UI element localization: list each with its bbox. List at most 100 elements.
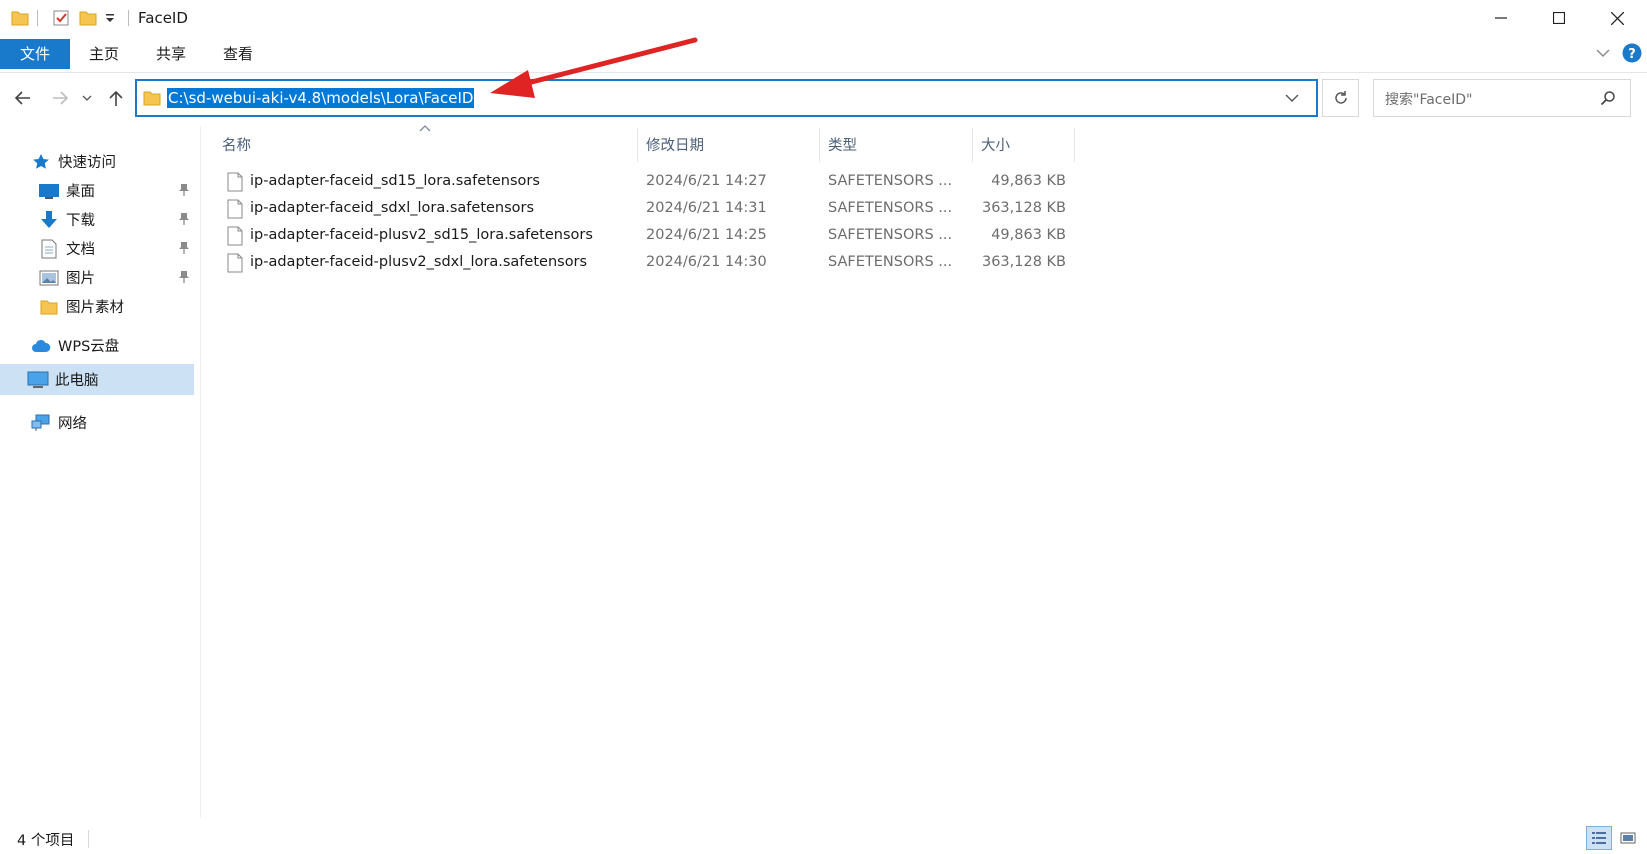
nav-this-pc[interactable]: 此电脑 <box>0 364 194 395</box>
expand-ribbon-icon[interactable] <box>1596 48 1610 58</box>
new-folder-icon[interactable] <box>79 9 97 27</box>
details-view-button[interactable] <box>1586 826 1612 850</box>
large-icons-view-button[interactable] <box>1616 826 1640 850</box>
forward-arrow-icon <box>53 91 69 105</box>
nav-network[interactable]: 网络 <box>30 408 87 437</box>
maximize-icon <box>1553 12 1565 24</box>
up-arrow-icon <box>109 90 123 106</box>
column-header-type[interactable]: 类型 <box>828 134 857 155</box>
download-arrow-icon <box>38 210 60 230</box>
file-icon <box>227 172 243 192</box>
nav-label: 图片素材 <box>66 300 124 316</box>
nav-documents[interactable]: 文档 <box>38 234 95 263</box>
file-type: SAFETENSORS ... <box>828 254 953 270</box>
chevron-down-icon <box>82 95 92 101</box>
recent-locations-button[interactable] <box>78 84 96 112</box>
tab-file[interactable]: 文件 <box>0 39 70 69</box>
column-divider[interactable] <box>1074 128 1075 162</box>
file-name: ip-adapter-faceid-plusv2_sdxl_lora.safet… <box>250 254 588 270</box>
refresh-icon <box>1334 91 1347 104</box>
back-button[interactable] <box>9 84 37 112</box>
tab-home[interactable]: 主页 <box>80 40 128 68</box>
svg-text:?: ? <box>1628 47 1636 62</box>
status-item-count: 4 个项目 <box>17 833 75 849</box>
status-separator <box>88 830 89 848</box>
customize-toolbar-icon[interactable] <box>104 12 116 24</box>
ribbon-tabs: 文件 主页 共享 查看 ? <box>0 36 1647 73</box>
tab-share[interactable]: 共享 <box>147 40 195 68</box>
nav-downloads[interactable]: 下载 <box>38 205 95 234</box>
file-icon <box>227 253 243 273</box>
file-row[interactable]: ip-adapter-faceid-plusv2_sdxl_lora.safet… <box>222 251 1072 277</box>
title-separator <box>37 10 38 26</box>
pin-icon[interactable] <box>178 241 190 255</box>
file-name: ip-adapter-faceid-plusv2_sd15_lora.safet… <box>250 227 593 243</box>
search-placeholder: 搜索"FaceID" <box>1385 92 1473 108</box>
file-size: 49,863 KB <box>991 173 1066 189</box>
tab-view[interactable]: 查看 <box>214 40 262 68</box>
desktop-icon <box>38 181 60 201</box>
search-input[interactable]: 搜索"FaceID" <box>1373 79 1631 117</box>
file-icon <box>227 226 243 246</box>
computer-icon <box>27 370 49 390</box>
annotation-arrow-icon <box>490 37 698 98</box>
chevron-down-icon <box>1285 94 1299 102</box>
forward-button[interactable] <box>46 84 74 112</box>
large-icons-view-icon <box>1620 832 1636 844</box>
file-row[interactable]: ip-adapter-faceid-plusv2_sd15_lora.safet… <box>222 224 1072 250</box>
file-date: 2024/6/21 14:31 <box>646 200 767 216</box>
file-date: 2024/6/21 14:30 <box>646 254 767 270</box>
minimize-button[interactable] <box>1472 0 1530 36</box>
file-type: SAFETENSORS ... <box>828 200 953 216</box>
nav-label: 快速访问 <box>58 155 116 171</box>
document-icon <box>38 239 60 259</box>
pin-icon[interactable] <box>178 270 190 284</box>
file-type: SAFETENSORS ... <box>828 173 953 189</box>
search-icon[interactable] <box>1600 90 1616 106</box>
column-divider[interactable] <box>819 128 820 162</box>
navigation-pane: 快速访问 桌面 下载 文档 图片 图片素材 WPS云盘 此电脑 网络 <box>0 126 201 818</box>
maximize-button[interactable] <box>1530 0 1588 36</box>
folder-icon <box>11 9 29 27</box>
properties-icon[interactable] <box>52 9 70 27</box>
close-button[interactable] <box>1588 0 1646 36</box>
up-button[interactable] <box>102 84 130 112</box>
column-header-name[interactable]: 名称 <box>222 134 251 155</box>
address-bar[interactable]: C:\sd-webui-aki-v4.8\models\Lora\FaceID <box>135 79 1318 117</box>
file-row[interactable]: ip-adapter-faceid_sdxl_lora.safetensors … <box>222 197 1072 223</box>
file-name: ip-adapter-faceid_sd15_lora.safetensors <box>250 173 540 189</box>
pin-icon[interactable] <box>178 212 190 226</box>
address-history-dropdown[interactable] <box>1285 93 1299 103</box>
file-size: 363,128 KB <box>981 200 1066 216</box>
nav-wps-cloud[interactable]: WPS云盘 <box>30 331 119 360</box>
minimize-icon <box>1495 17 1507 19</box>
refresh-button[interactable] <box>1322 79 1359 117</box>
help-icon[interactable]: ? <box>1622 43 1642 63</box>
network-icon <box>30 413 52 433</box>
title-separator <box>128 10 129 26</box>
title-bar: FaceID <box>0 0 1647 36</box>
column-divider[interactable] <box>972 128 973 162</box>
file-name: ip-adapter-faceid_sdxl_lora.safetensors <box>250 200 535 216</box>
nav-label: 图片 <box>66 271 95 287</box>
star-icon <box>30 152 52 172</box>
column-divider[interactable] <box>637 128 638 162</box>
nav-quick-access[interactable]: 快速访问 <box>30 147 116 176</box>
pin-icon[interactable] <box>178 183 190 197</box>
column-header-size[interactable]: 大小 <box>981 134 1010 155</box>
nav-label: WPS云盘 <box>58 339 120 355</box>
window-title: FaceID <box>138 9 188 27</box>
file-row[interactable]: ip-adapter-faceid_sd15_lora.safetensors … <box>222 170 1072 196</box>
nav-desktop[interactable]: 桌面 <box>38 176 95 205</box>
nav-label: 文档 <box>66 242 95 258</box>
cloud-icon <box>30 336 52 356</box>
nav-label: 此电脑 <box>55 373 99 389</box>
nav-label: 下载 <box>66 213 95 229</box>
column-header-date[interactable]: 修改日期 <box>646 134 704 155</box>
nav-pictures[interactable]: 图片 <box>38 263 95 292</box>
file-type: SAFETENSORS ... <box>828 227 953 243</box>
address-path[interactable]: C:\sd-webui-aki-v4.8\models\Lora\FaceID <box>167 88 475 108</box>
nav-picture-assets[interactable]: 图片素材 <box>38 292 124 321</box>
file-icon <box>227 199 243 219</box>
sort-ascending-icon <box>419 124 431 132</box>
